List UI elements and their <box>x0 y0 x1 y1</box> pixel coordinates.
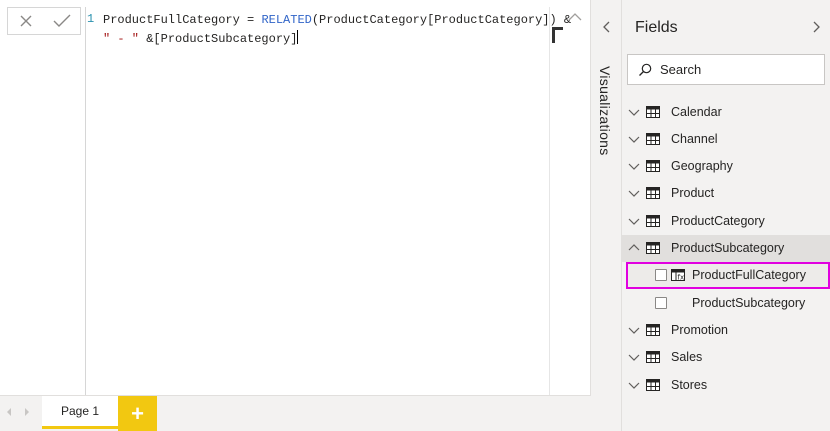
table-icon <box>646 351 660 364</box>
cancel-button[interactable] <box>14 9 38 33</box>
chevron-down-icon[interactable] <box>628 379 640 391</box>
table-row-productcategory[interactable]: ProductCategory <box>622 207 830 234</box>
formula-line-1: ProductFullCategory = RELATED(ProductCat… <box>103 12 571 28</box>
table-label: Geography <box>671 159 733 174</box>
checkmark-icon <box>53 14 71 27</box>
table-row-calendar[interactable]: Calendar <box>622 98 830 125</box>
dax-formula-editor[interactable]: 1 ProductFullCategory = RELATED(ProductC… <box>85 7 585 395</box>
line-number: 1 <box>87 12 95 26</box>
chevron-down-icon[interactable] <box>628 106 640 118</box>
table-icon <box>646 242 660 254</box>
table-row-stores[interactable]: Stores <box>622 371 830 398</box>
field-checkbox[interactable] <box>655 296 667 309</box>
field-checkbox[interactable] <box>655 269 667 282</box>
chevron-right-icon[interactable] <box>24 407 30 417</box>
visualizations-label[interactable]: Visualizations <box>597 66 613 156</box>
table-label: Stores <box>671 377 708 392</box>
close-icon <box>20 15 32 27</box>
fields-pane: Fields Calendar Channel Geography Product Pr… <box>622 0 830 431</box>
field-row-productsubcategory[interactable]: ProductSubcategory <box>622 289 830 316</box>
table-label: Product <box>671 186 715 201</box>
report-canvas: 1 ProductFullCategory = RELATED(ProductC… <box>0 0 591 431</box>
svg-text:fx: fx <box>678 274 685 282</box>
chevron-down-icon[interactable] <box>628 187 640 199</box>
text-cursor <box>297 30 299 44</box>
table-label: Calendar <box>671 104 722 119</box>
formula-text: ProductFullCategory = <box>103 13 262 27</box>
add-page-button[interactable]: + <box>118 396 157 431</box>
chevron-down-icon[interactable] <box>628 351 640 363</box>
chevron-left-icon[interactable] <box>6 407 12 417</box>
search-icon <box>639 63 652 76</box>
table-row-sales[interactable]: Sales <box>622 344 830 371</box>
chevron-right-icon[interactable] <box>809 20 823 34</box>
chevron-left-icon[interactable] <box>600 20 614 34</box>
formula-string: " - " <box>103 32 140 46</box>
table-icon <box>646 378 660 391</box>
table-label: Promotion <box>671 322 728 337</box>
table-label: ProductCategory <box>671 213 765 228</box>
field-label: ProductSubcategory <box>692 295 806 310</box>
formula-commit-buttons <box>7 7 81 35</box>
table-icon <box>646 132 660 145</box>
chevron-down-icon[interactable] <box>628 133 640 145</box>
table-icon <box>646 214 660 227</box>
field-label: ProductFullCategory <box>692 268 806 283</box>
table-label: Channel <box>671 131 718 146</box>
table-icon <box>646 105 660 118</box>
chevron-up-icon[interactable] <box>567 11 583 23</box>
table-label: ProductSubcategory <box>671 241 785 255</box>
page-tabs-bar: Page 1 + <box>0 395 591 431</box>
editor-scrollbar[interactable] <box>549 7 586 395</box>
page-nav-arrows <box>6 407 30 417</box>
chevron-down-icon[interactable] <box>628 215 640 227</box>
visualizations-pane: Visualizations <box>591 0 622 431</box>
fields-title: Fields <box>635 19 678 36</box>
table-row-product[interactable]: Product <box>622 180 830 207</box>
table-icon <box>646 187 660 200</box>
page-tab[interactable]: Page 1 <box>42 396 118 429</box>
field-icon-spacer <box>671 297 685 309</box>
scroll-thumb[interactable] <box>552 27 563 43</box>
formula-text: &[ProductSubcategory] <box>139 32 298 46</box>
fields-search[interactable] <box>627 54 825 85</box>
chevron-up-icon[interactable] <box>628 242 640 254</box>
calculated-column-icon: fx <box>671 269 685 282</box>
table-icon <box>646 160 660 173</box>
table-row-geography[interactable]: Geography <box>622 153 830 180</box>
formula-line-2: " - " &[ProductSubcategory] <box>103 30 299 47</box>
table-row-channel[interactable]: Channel <box>622 125 830 152</box>
table-icon <box>646 323 660 336</box>
table-row-promotion[interactable]: Promotion <box>622 316 830 343</box>
formula-text: (ProductCategory[ProductCategory]) & <box>311 13 572 27</box>
table-label: Sales <box>671 350 703 365</box>
table-row-productsubcategory[interactable]: ProductSubcategory <box>622 234 830 262</box>
chevron-down-icon[interactable] <box>628 324 640 336</box>
search-input[interactable] <box>660 62 810 77</box>
field-row-productfullcategory[interactable]: fx ProductFullCategory <box>626 261 830 289</box>
commit-button[interactable] <box>50 9 74 33</box>
chevron-down-icon[interactable] <box>628 160 640 172</box>
formula-function: RELATED <box>261 13 312 27</box>
